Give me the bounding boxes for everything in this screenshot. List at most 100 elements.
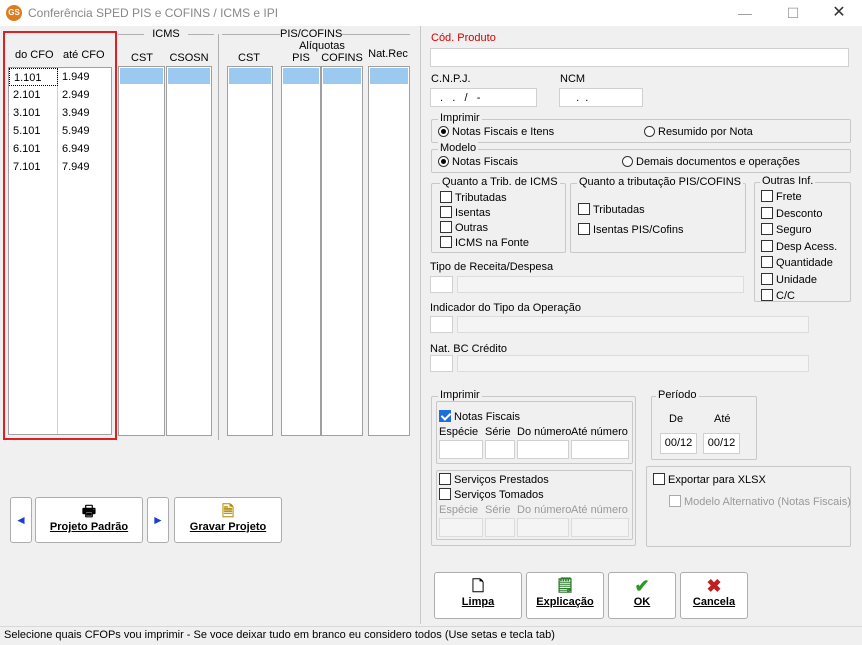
- ncm-input[interactable]: . .: [559, 88, 643, 107]
- icms-line-left: [118, 34, 144, 35]
- checkbox-icon: [761, 190, 773, 202]
- document-info-icon: 🗒: [555, 577, 575, 594]
- tipo-receita-label: Tipo de Receita/Despesa: [430, 261, 554, 273]
- chk-label: Modelo Alternativo (Notas Fiscais): [684, 496, 851, 508]
- chk-label: ICMS na Fonte: [455, 237, 529, 249]
- cfo-row[interactable]: 7.101 7.949: [9, 158, 111, 176]
- pis-cst-grid[interactable]: [227, 66, 273, 436]
- cfo-row[interactable]: 2.101 2.949: [9, 86, 111, 104]
- nf-ate-numero-input[interactable]: [571, 440, 629, 459]
- ok-button[interactable]: ✔ OK: [608, 572, 676, 619]
- trib-pis-legend: Quanto a tributação PIS/COFINS: [577, 176, 744, 188]
- app-window: GS Conferência SPED PIS e COFINS / ICMS …: [0, 0, 862, 645]
- gravar-projeto-button[interactable]: 🗎 Gravar Projeto: [174, 497, 282, 543]
- cfo-row[interactable]: 5.101 5.949: [9, 122, 111, 140]
- cancela-button[interactable]: ✖ Cancela: [680, 572, 748, 619]
- chk-notas-fiscais[interactable]: Notas Fiscais: [439, 410, 520, 423]
- cfo-to-cell[interactable]: 7.949: [58, 158, 110, 176]
- chk-outras-2[interactable]: Seguro: [761, 223, 837, 240]
- radio-resumido-label: Resumido por Nota: [658, 126, 753, 138]
- tipo-receita-desc-input: [457, 276, 744, 293]
- next-button[interactable]: ►: [147, 497, 169, 543]
- cfo-to-cell[interactable]: 5.949: [58, 122, 110, 140]
- selected-row: [168, 68, 210, 84]
- chk-label: Quantidade: [776, 257, 833, 269]
- pis-line-left: [222, 34, 280, 35]
- checkbox-icon: [440, 221, 452, 233]
- chk-outras-4[interactable]: Quantidade: [761, 256, 837, 273]
- chk-outras-6[interactable]: C/C: [761, 289, 837, 306]
- tipo-receita-code-input[interactable]: [430, 276, 453, 293]
- natrec-grid[interactable]: [368, 66, 410, 436]
- explicacao-button[interactable]: 🗒 Explicação: [526, 572, 604, 619]
- cfo-rows: 1.101 1.949 2.101 2.949 3.101 3.949 5.101 5.949…: [9, 68, 111, 176]
- chk-outras-1[interactable]: Desconto: [761, 206, 837, 224]
- serv-especie-input: [439, 518, 483, 537]
- col-ate-numero: Até número: [571, 426, 628, 438]
- modelo-legend: Modelo: [438, 142, 479, 154]
- projeto-padrao-button[interactable]: 🖶 Projeto Padrão: [35, 497, 143, 543]
- icms-csosn-grid[interactable]: [166, 66, 212, 436]
- checkbox-checked-icon: [439, 410, 451, 422]
- radio-notas-fiscais[interactable]: Notas Fiscais: [438, 156, 518, 168]
- nf-especie-input[interactable]: [439, 440, 483, 459]
- prev-button[interactable]: ◄: [10, 497, 32, 543]
- chk-pis-isentas[interactable]: Isentas PIS/Cofins: [578, 223, 684, 236]
- chk-label: Outras: [455, 222, 489, 234]
- cfo-grid[interactable]: 1.101 1.949 2.101 2.949 3.101 3.949 5.101 5.949…: [8, 67, 112, 435]
- cod-produto-input[interactable]: [430, 48, 849, 67]
- radio-resumido[interactable]: Resumido por Nota: [644, 126, 753, 138]
- chk-label: Tributadas: [593, 204, 645, 216]
- radio-demais[interactable]: Demais documentos e operações: [622, 156, 800, 168]
- chk-icms-tributadas[interactable]: Tributadas: [440, 191, 507, 204]
- col-especie: Espécie: [439, 426, 479, 438]
- minimize-button[interactable]: —: [722, 0, 768, 26]
- x-cancel-icon: ✖: [706, 576, 722, 596]
- cfo-to-cell[interactable]: 3.949: [58, 104, 110, 122]
- chk-pis-tributadas[interactable]: Tributadas: [578, 203, 645, 216]
- nf-serie-input[interactable]: [485, 440, 515, 459]
- limpa-button[interactable]: 🗋 Limpa: [434, 572, 522, 619]
- chk-outras-0[interactable]: Frete: [761, 190, 837, 207]
- cfo-to-cell[interactable]: 6.949: [58, 140, 110, 158]
- cfo-to-cell[interactable]: 2.949: [58, 86, 110, 104]
- natbc-code-input[interactable]: [430, 355, 453, 372]
- cfo-from-cell[interactable]: 2.101: [9, 86, 58, 104]
- cfo-to-cell[interactable]: 1.949: [58, 68, 110, 86]
- ncm-label: NCM: [560, 73, 586, 85]
- cfo-row[interactable]: 6.101 6.949: [9, 140, 111, 158]
- chk-outras-3[interactable]: Desp Acess.: [761, 239, 837, 257]
- icms-cst-grid[interactable]: [118, 66, 165, 436]
- pis-aliq-grid[interactable]: [281, 66, 321, 436]
- outras-inf-list: Frete Desconto Seguro Desp Acess. Quantidade…: [761, 190, 837, 306]
- cofins-aliq-grid[interactable]: [321, 66, 363, 436]
- chk-outras-5[interactable]: Unidade: [761, 272, 837, 290]
- icms-line-right: [188, 34, 214, 35]
- chk-servicos-prestados[interactable]: Serviços Prestados: [439, 473, 549, 486]
- de-label: De: [669, 413, 684, 425]
- close-button[interactable]: ✕: [816, 0, 862, 26]
- cfo-row[interactable]: 1.101 1.949: [9, 68, 111, 86]
- cfo-from-cell[interactable]: 3.101: [9, 104, 58, 122]
- cfo-from-cell[interactable]: 7.101: [9, 158, 58, 176]
- chk-exportar-xlsx[interactable]: Exportar para XLSX: [653, 473, 766, 486]
- indicador-code-input[interactable]: [430, 316, 453, 333]
- cfo-from-cell[interactable]: 6.101: [9, 140, 58, 158]
- cfo-from-cell[interactable]: 5.101: [9, 122, 58, 140]
- cfo-from-cell[interactable]: 1.101: [9, 68, 58, 86]
- cnpj-input[interactable]: . . / -: [430, 88, 537, 107]
- maximize-button[interactable]: ☐: [770, 0, 816, 26]
- icms-cst-header: CST: [131, 52, 153, 64]
- cfo-row[interactable]: 3.101 3.949: [9, 104, 111, 122]
- checkbox-icon: [761, 206, 773, 219]
- periodo-de-input[interactable]: 00/12: [660, 433, 697, 454]
- chk-icms-isentas[interactable]: Isentas: [440, 206, 490, 219]
- periodo-ate-input[interactable]: 00/12: [703, 433, 740, 454]
- checkbox-icon: [440, 191, 452, 203]
- radio-notas-itens[interactable]: Notas Fiscais e Itens: [438, 126, 554, 138]
- chk-servicos-tomados[interactable]: Serviços Tomados: [439, 488, 544, 501]
- chk-icms-fonte[interactable]: ICMS na Fonte: [440, 236, 529, 249]
- serv-col-do-numero: Do número: [517, 504, 572, 516]
- nf-do-numero-input[interactable]: [517, 440, 569, 459]
- chk-icms-outras[interactable]: Outras: [440, 221, 488, 234]
